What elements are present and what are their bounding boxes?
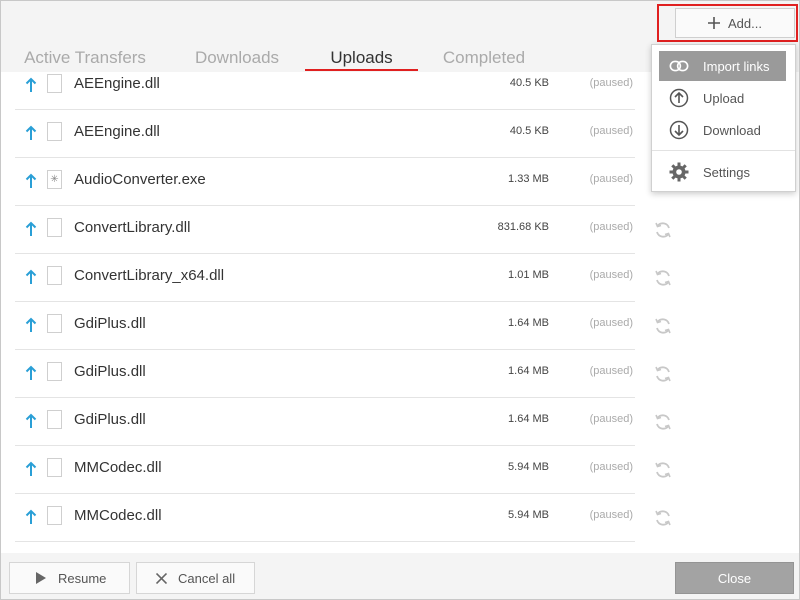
cancel-all-button[interactable]: Cancel all	[136, 562, 255, 594]
transfer-status: (paused)	[589, 461, 633, 473]
file-name: ConvertLibrary.dll	[74, 219, 191, 236]
file-name: GdiPlus.dll	[74, 315, 146, 332]
cancel-all-button-label: Cancel all	[178, 570, 236, 586]
upload-row[interactable]: AEEngine.dll 40.5 KB (paused)	[15, 110, 635, 158]
menu-item-upload[interactable]: Upload	[659, 83, 786, 113]
transfer-status: (paused)	[589, 317, 633, 329]
upload-arrow-icon	[25, 221, 37, 236]
file-name: MMCodec.dll	[74, 459, 162, 476]
upload-row[interactable]: ✳ AudioConverter.exe 1.33 MB (paused)	[15, 158, 635, 206]
active-tab-underline	[305, 69, 418, 71]
menu-item-import-links[interactable]: Import links	[659, 51, 786, 81]
upload-arrow-icon	[25, 461, 37, 476]
file-size: 1.64 MB	[508, 413, 549, 425]
retry-icon[interactable]	[653, 268, 673, 288]
executable-file-icon: ✳	[47, 170, 62, 189]
file-icon	[47, 362, 62, 381]
file-icon	[47, 506, 62, 525]
menu-separator	[652, 150, 795, 151]
tab-downloads[interactable]: Downloads	[179, 45, 295, 73]
add-button[interactable]: Add...	[675, 8, 795, 38]
file-name: GdiPlus.dll	[74, 411, 146, 428]
close-button-label: Close	[717, 570, 752, 586]
file-name: AEEngine.dll	[74, 123, 160, 140]
tab-active-transfers[interactable]: Active Transfers	[15, 45, 155, 73]
upload-row[interactable]: MMCodec.dll 5.94 MB (paused)	[15, 494, 635, 542]
upload-arrow-icon	[25, 413, 37, 428]
menu-item-import-links-label: Import links	[703, 58, 770, 74]
file-icon	[47, 458, 62, 477]
file-size: 831.68 KB	[497, 221, 549, 233]
gear-icon	[669, 162, 689, 182]
transfer-status: (paused)	[589, 221, 633, 233]
upload-arrow-icon	[25, 365, 37, 380]
tab-completed[interactable]: Completed	[428, 45, 540, 73]
file-icon	[47, 74, 62, 93]
file-icon	[47, 218, 62, 237]
menu-item-upload-label: Upload	[703, 90, 745, 106]
file-name: GdiPlus.dll	[74, 363, 146, 380]
upload-row[interactable]: GdiPlus.dll 1.64 MB (paused)	[15, 350, 635, 398]
upload-row[interactable]: GdiPlus.dll 1.64 MB (paused)	[15, 398, 635, 446]
plus-icon	[708, 17, 721, 29]
file-size: 40.5 KB	[509, 125, 549, 137]
menu-item-settings[interactable]: Settings	[659, 157, 786, 187]
transfer-status: (paused)	[589, 77, 633, 89]
play-icon	[36, 572, 46, 584]
retry-icon[interactable]	[653, 508, 673, 528]
retry-icon[interactable]	[653, 364, 673, 384]
transfer-status: (paused)	[589, 173, 633, 185]
file-size: 5.94 MB	[508, 461, 549, 473]
upload-circle-icon	[669, 88, 689, 108]
add-dropdown-menu: Import links Upload Download Settings	[651, 44, 796, 192]
file-size: 1.01 MB	[508, 269, 549, 281]
file-size: 1.33 MB	[508, 173, 549, 185]
file-size: 1.64 MB	[508, 317, 549, 329]
upload-row[interactable]: ConvertLibrary_x64.dll 1.01 MB (paused)	[15, 254, 635, 302]
upload-arrow-icon	[25, 269, 37, 284]
file-name: AEEngine.dll	[74, 75, 160, 92]
transfer-status: (paused)	[589, 125, 633, 137]
file-name: ConvertLibrary_x64.dll	[74, 267, 225, 284]
file-icon	[47, 266, 62, 285]
file-icon	[47, 122, 62, 141]
upload-arrow-icon	[25, 317, 37, 332]
menu-item-settings-label: Settings	[703, 164, 750, 180]
file-name: AudioConverter.exe	[74, 171, 206, 188]
file-icon	[47, 314, 62, 333]
add-button-label: Add...	[728, 15, 762, 31]
transfer-manager-window: Add... Active Transfers Downloads Upload…	[0, 0, 800, 600]
retry-icon[interactable]	[653, 220, 673, 240]
resume-button-label: Resume	[58, 570, 107, 586]
file-name: MMCodec.dll	[74, 507, 162, 524]
transfer-status: (paused)	[589, 413, 633, 425]
transfer-status: (paused)	[589, 365, 633, 377]
transfer-status: (paused)	[589, 269, 633, 281]
retry-icon[interactable]	[653, 412, 673, 432]
retry-icon[interactable]	[653, 316, 673, 336]
transfer-status: (paused)	[589, 509, 633, 521]
upload-row[interactable]: AEEngine.dll 40.5 KB (paused)	[15, 72, 635, 110]
resume-button[interactable]: Resume	[9, 562, 130, 594]
upload-row[interactable]: GdiPlus.dll 1.64 MB (paused)	[15, 302, 635, 350]
link-icon	[669, 56, 689, 76]
retry-icon[interactable]	[653, 460, 673, 480]
upload-arrow-icon	[25, 173, 37, 188]
close-icon	[156, 572, 167, 584]
upload-arrow-icon	[25, 125, 37, 140]
menu-item-download[interactable]: Download	[659, 115, 786, 145]
upload-row[interactable]: ConvertLibrary.dll 831.68 KB (paused)	[15, 206, 635, 254]
upload-arrow-icon	[25, 77, 37, 92]
close-button[interactable]: Close	[675, 562, 794, 594]
download-circle-icon	[669, 120, 689, 140]
file-size: 5.94 MB	[508, 509, 549, 521]
menu-item-download-label: Download	[703, 122, 761, 138]
file-size: 40.5 KB	[509, 77, 549, 89]
file-size: 1.64 MB	[508, 365, 549, 377]
file-icon	[47, 410, 62, 429]
upload-arrow-icon	[25, 509, 37, 524]
upload-row[interactable]: MMCodec.dll 5.94 MB (paused)	[15, 446, 635, 494]
